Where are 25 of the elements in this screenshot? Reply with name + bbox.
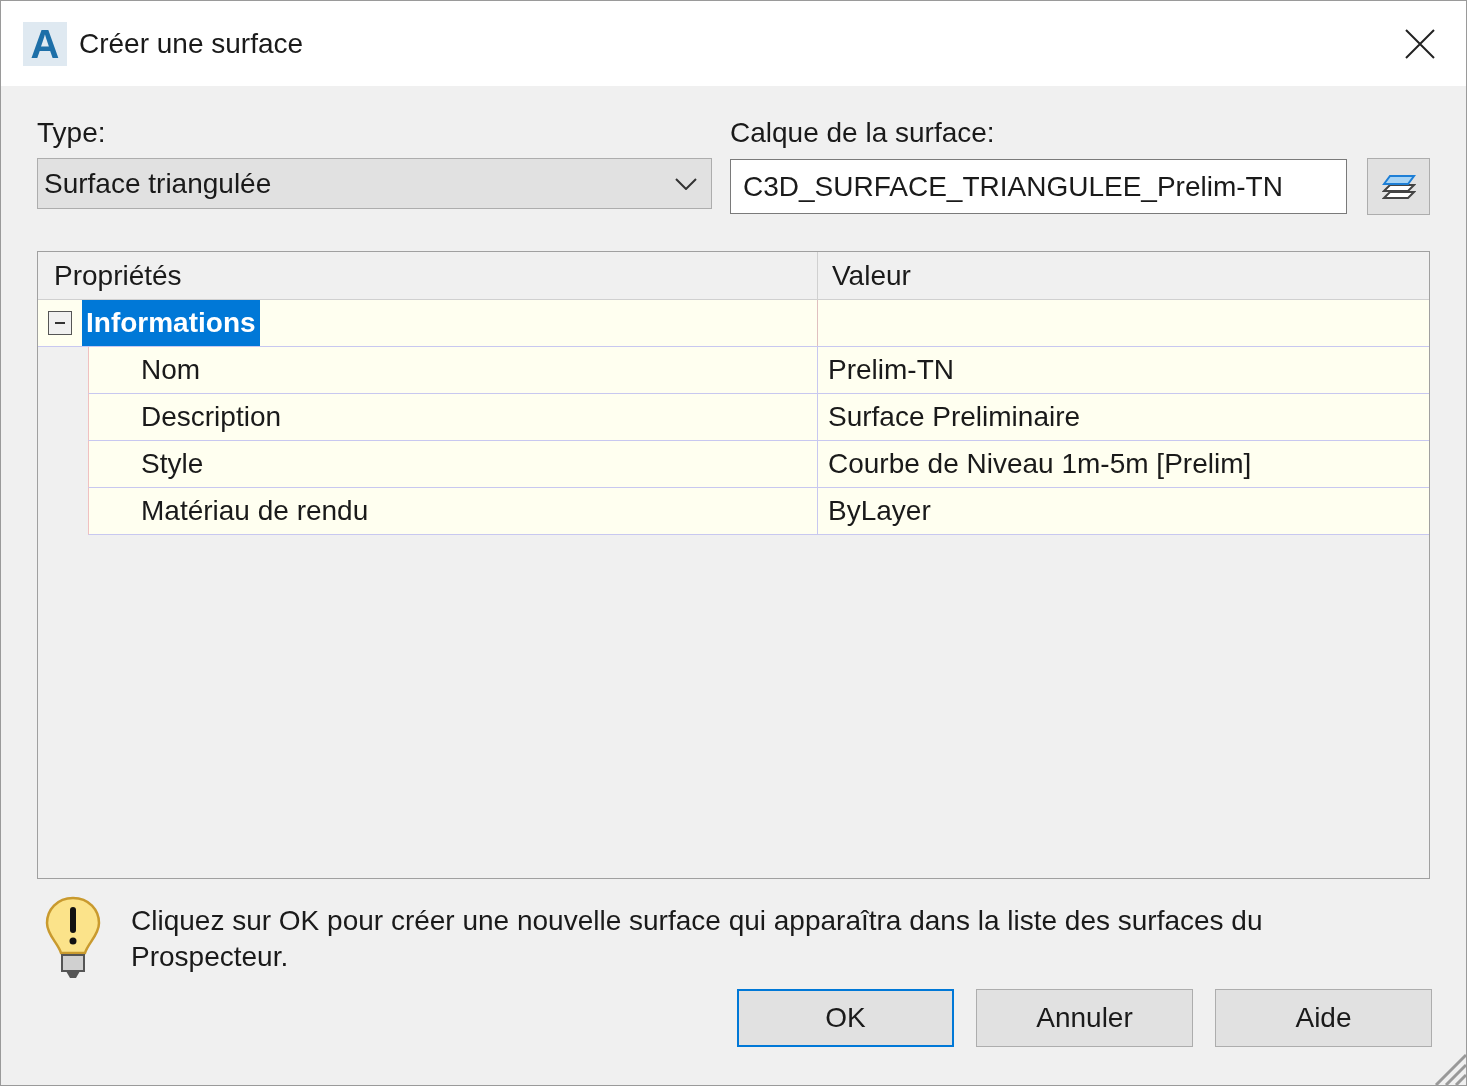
- dialog-button[interactable]: Annuler: [976, 989, 1193, 1047]
- column-header: Valeur: [831, 258, 912, 293]
- layer-field[interactable]: C3D_SURFACE_TRIANGULEE_Prelim-TN: [730, 159, 1347, 214]
- group-header[interactable]: Informations: [82, 300, 260, 346]
- property-value[interactable]: Prelim-TN: [818, 347, 1429, 394]
- layer-label: Calque de la surface:: [730, 116, 996, 150]
- property-value[interactable]: Courbe de Niveau 1m-5m [Prelim]: [818, 441, 1429, 488]
- chevron-down-icon: [675, 177, 697, 190]
- collapse-toggle[interactable]: [48, 311, 72, 335]
- dialog-button[interactable]: Aide: [1215, 989, 1432, 1047]
- column-header: Propriétés: [38, 252, 818, 299]
- window-title: Créer une surface: [79, 26, 304, 61]
- lightbulb-warning-icon: [43, 895, 103, 981]
- property-value[interactable]: Surface Preliminaire: [818, 394, 1429, 441]
- type-label: Type:: [37, 116, 107, 150]
- type-dropdown[interactable]: Surface triangulée: [37, 158, 712, 209]
- hint-text: Cliquez sur OK pour créer une nouvelle surface qui apparaîtra dans la liste des surfaces du Prospecteur.: [131, 904, 1264, 974]
- app-logo: A: [23, 21, 67, 66]
- property-name: Nom: [88, 347, 818, 394]
- property-name: Description: [88, 394, 818, 441]
- layer-button[interactable]: [1367, 158, 1430, 215]
- dialog-button[interactable]: OK: [737, 989, 954, 1047]
- property-value[interactable]: ByLayer: [818, 488, 1429, 535]
- property-name: Matériau de rendu: [88, 488, 818, 535]
- property-name: Style: [88, 441, 818, 488]
